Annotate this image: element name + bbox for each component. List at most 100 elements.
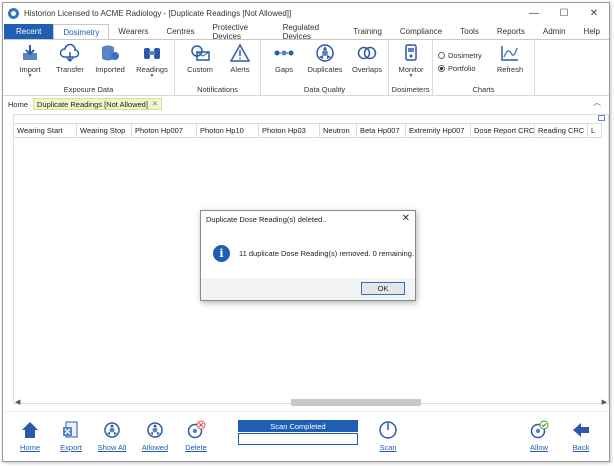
menu-tab-wearers[interactable]: Wearers (109, 24, 157, 39)
column-header-photon-hp10[interactable]: Photon Hp10 (197, 124, 259, 137)
dosimetry-radio-button[interactable] (438, 52, 445, 59)
dialog-close-icon[interactable]: ✕ (402, 213, 410, 224)
export-button[interactable]: Export (56, 420, 86, 452)
menu-tab-compliance[interactable]: Compliance (391, 24, 451, 39)
ribbon-group-notifications: Custom Alerts Notifications (175, 40, 261, 96)
monitor-button[interactable]: Monitor ▼ (393, 43, 429, 79)
scroll-left-arrow-icon[interactable]: ◀ (15, 398, 20, 406)
menu-tab-dosimetry[interactable]: Dosimetry (53, 24, 110, 40)
allow-button[interactable]: Allow (524, 420, 554, 452)
portfolio-radio-button[interactable] (438, 65, 445, 72)
scroll-right-arrow-icon[interactable]: ▶ (602, 398, 607, 406)
readings-dropdown-caret-icon: ▼ (149, 73, 155, 79)
column-header-neutron[interactable]: Neutron (320, 124, 357, 137)
alerts-button[interactable]: Alerts (225, 43, 255, 74)
duplicates-label: Duplicates (307, 65, 343, 74)
duplicates-button[interactable]: Duplicates (305, 43, 345, 74)
back-button[interactable]: Back (566, 420, 596, 452)
custom-notification-icon (191, 45, 210, 61)
allowed-button[interactable]: Allowed (138, 420, 172, 452)
dialog-title: Duplicate Dose Reading(s) deleted.. ✕ (201, 211, 415, 228)
menu-tab-centres[interactable]: Centres (158, 24, 204, 39)
exposure-data-group-label: Exposure Data (63, 85, 114, 94)
menu-tab-admin[interactable]: Admin (534, 24, 575, 39)
scrollbar-thumb[interactable] (291, 399, 421, 406)
column-header-truncated[interactable]: L (588, 124, 602, 137)
maximize-button[interactable]: ☐ (549, 3, 579, 23)
readings-button[interactable]: Readings ▼ (135, 43, 169, 79)
home-button[interactable]: Home (15, 420, 45, 452)
column-header-beta-hp007[interactable]: Beta Hp007 (357, 124, 406, 137)
menu-tab-training[interactable]: Training (344, 24, 391, 39)
alerts-label: Alerts (230, 65, 250, 74)
overlaps-button[interactable]: Overlaps (349, 43, 385, 74)
duplicates-deleted-dialog: Duplicate Dose Reading(s) deleted.. ✕ i … (200, 210, 416, 301)
bottom-toolbar: Home Export Show All Allowed Delete Scan… (3, 411, 609, 461)
grid-header: Wearing Start Wearing Stop Photon Hp007 … (14, 123, 602, 138)
back-arrow-icon (573, 423, 589, 437)
menu-tab-recent[interactable]: Recent (4, 24, 54, 39)
delete-label: Delete (185, 443, 207, 452)
import-icon (23, 45, 37, 60)
column-header-dose-report-crc[interactable]: Dose Report CRC (471, 124, 535, 137)
column-header-wearing-start[interactable]: Wearing Start (14, 124, 77, 137)
close-window-button[interactable]: ✕ (579, 3, 609, 23)
horizontal-scrollbar[interactable]: ◀ ▶ (13, 398, 609, 408)
imported-button[interactable]: Imported (93, 43, 127, 74)
menu-tab-reports[interactable]: Reports (488, 24, 534, 39)
custom-label: Custom (187, 65, 213, 74)
dialog-title-text: Duplicate Dose Reading(s) deleted.. (206, 215, 327, 224)
transfer-label: Transfer (56, 65, 84, 74)
tab-duplicate-readings[interactable]: Duplicate Readings [Not Allowed] ✕ (33, 98, 162, 110)
scan-button[interactable]: Scan (373, 420, 403, 452)
gaps-button[interactable]: Gaps (269, 43, 299, 74)
gaps-label: Gaps (275, 65, 293, 74)
transfer-button[interactable]: Transfer (53, 43, 87, 74)
back-label: Back (572, 443, 590, 452)
refresh-chart-icon (501, 46, 518, 61)
import-button[interactable]: Import ▼ (15, 43, 45, 79)
app-logo-icon (8, 7, 19, 19)
column-header-reading-crc[interactable]: Reading CRC (535, 124, 588, 137)
duplicates-icon (316, 44, 334, 62)
tab-duplicate-readings-label: Duplicate Readings [Not Allowed] (37, 99, 148, 109)
ribbon: Import ▼ Transfer Imported Readings ▼ Ex… (3, 39, 609, 96)
binoculars-icon (144, 48, 160, 59)
menu-tab-tools[interactable]: Tools (451, 24, 488, 39)
delete-button[interactable]: Delete (181, 420, 211, 452)
menu-tab-protective-devices[interactable]: Protective Devices (204, 23, 274, 41)
window-controls: — ☐ ✕ (519, 3, 609, 23)
allow-label: Allow (530, 443, 548, 452)
ok-button[interactable]: OK (361, 282, 405, 295)
minimize-button[interactable]: — (519, 3, 549, 23)
portfolio-radio-option[interactable]: Portfolio (438, 64, 476, 73)
dosimetry-radio-option[interactable]: Dosimetry (438, 51, 482, 60)
scan-label: Scan (379, 443, 397, 452)
info-icon: i (213, 244, 230, 262)
column-chooser-icon[interactable] (598, 115, 605, 121)
refresh-button[interactable]: Refresh (493, 43, 527, 74)
allow-icon (530, 420, 549, 439)
menu-tab-help[interactable]: Help (575, 24, 609, 39)
dosimeter-badge-icon (405, 44, 417, 61)
app-window: Historion Licensed to ACME Radiology - [… (2, 2, 610, 462)
dialog-message: 11 duplicate Dose Reading(s) removed. 0 … (239, 248, 414, 258)
column-header-photon-hp007[interactable]: Photon Hp007 (132, 124, 197, 137)
show-all-button[interactable]: Show All (95, 420, 129, 452)
overlaps-label: Overlaps (351, 65, 382, 74)
tab-home[interactable]: Home (5, 98, 31, 110)
imported-label: Imported (95, 65, 125, 74)
custom-button[interactable]: Custom (183, 43, 217, 74)
column-header-extremity-hp007[interactable]: Extremity Hp007 (406, 124, 471, 137)
column-header-photon-hp03[interactable]: Photon Hp03 (259, 124, 320, 137)
refresh-label: Refresh (496, 65, 524, 74)
collapse-ribbon-chevron-icon[interactable]: ︿ (593, 97, 601, 108)
gaps-icon (274, 50, 294, 56)
menu-tab-regulated-devices[interactable]: Regulated Devices (274, 23, 345, 41)
allowed-label: Allowed (141, 443, 169, 452)
export-label: Export (60, 443, 82, 452)
column-header-wearing-stop[interactable]: Wearing Stop (77, 124, 132, 137)
dosimetry-radio-label: Dosimetry (448, 51, 482, 60)
close-tab-icon[interactable]: ✕ (152, 100, 158, 108)
breadcrumb: Home Duplicate Readings [Not Allowed] ✕ … (3, 97, 609, 111)
